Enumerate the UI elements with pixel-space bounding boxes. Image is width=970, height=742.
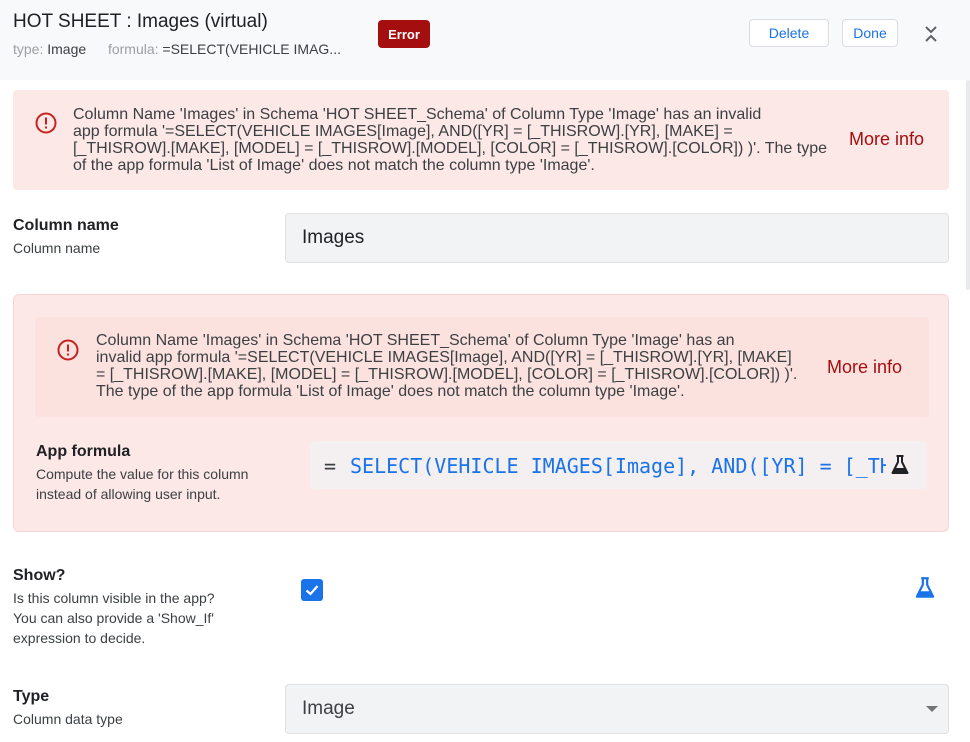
- formula-value: =SELECT(VEHICLE IMAG...: [162, 41, 341, 57]
- error-message: Column Name 'Images' in Schema 'HOT SHEE…: [73, 106, 827, 174]
- app-formula-description: Compute the value for this column instea…: [36, 466, 249, 502]
- app-formula-label: App formula: [36, 443, 131, 460]
- column-name-input[interactable]: Images: [285, 213, 949, 263]
- done-button[interactable]: Done: [842, 19, 898, 47]
- column-name-description: Column name: [13, 240, 101, 256]
- more-info-link[interactable]: More info: [827, 357, 902, 378]
- error-banner: Column Name 'Images' in Schema 'HOT SHEE…: [13, 90, 949, 190]
- show-checkbox[interactable]: [301, 579, 323, 601]
- formula-expression: SELECT(VEHICLE IMAGES[Image], AND([YR] =…: [350, 454, 886, 478]
- status-badge: Error: [378, 20, 430, 48]
- delete-button[interactable]: Delete: [749, 19, 829, 47]
- scrollbar[interactable]: [966, 80, 970, 290]
- type-value: Image: [47, 41, 87, 57]
- more-info-link[interactable]: More info: [849, 129, 924, 150]
- formula-key: formula:: [107, 41, 159, 57]
- dropdown-caret-icon: [926, 706, 938, 712]
- column-meta: type: Image formula: =SELECT(VEHICLE IMA…: [13, 41, 341, 57]
- detail-header: HOT SHEET : Images (virtual) type: Image…: [0, 0, 970, 80]
- app-formula-section: Column Name 'Images' in Schema 'HOT SHEE…: [13, 294, 949, 532]
- formula-error-message: Column Name 'Images' in Schema 'HOT SHEE…: [96, 332, 798, 400]
- error-circle-icon: [34, 111, 58, 135]
- type-description: Column data type: [13, 711, 123, 727]
- formula-error-banner: Column Name 'Images' in Schema 'HOT SHEE…: [35, 317, 929, 417]
- type-label: Type: [13, 688, 50, 705]
- error-circle-icon: [56, 338, 80, 362]
- flask-icon[interactable]: [888, 453, 912, 477]
- type-select-value: Image: [302, 698, 355, 719]
- equals-sign: =: [324, 454, 337, 478]
- show-description: Is this column visible in the app? You c…: [13, 590, 215, 646]
- flask-icon[interactable]: [912, 575, 938, 601]
- check-icon: [305, 585, 319, 596]
- page-title: HOT SHEET : Images (virtual): [13, 11, 268, 32]
- collapse-icon[interactable]: [920, 22, 942, 46]
- type-key: type:: [13, 41, 44, 57]
- app-formula-input[interactable]: = SELECT(VEHICLE IMAGES[Image], AND([YR]…: [310, 441, 927, 489]
- show-label: Show?: [13, 567, 66, 584]
- type-select[interactable]: Image: [285, 684, 949, 734]
- column-name-label: Column name: [13, 217, 119, 234]
